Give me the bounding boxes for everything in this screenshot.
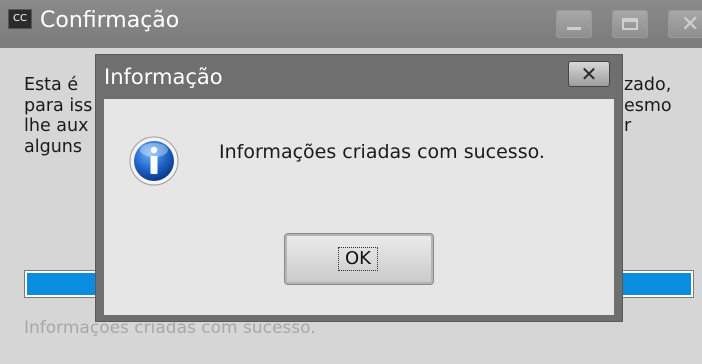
window-titlebar[interactable]: CC Confirmação ✕	[0, 0, 702, 48]
app-icon: CC	[8, 9, 32, 29]
body-fragment: esmo	[624, 95, 672, 116]
dialog-message: Informações criadas com sucesso.	[219, 141, 545, 163]
body-fragment: zado,	[624, 75, 672, 95]
info-dialog: Informação ✕ Informações criadas com suc…	[95, 54, 623, 322]
info-icon	[129, 136, 179, 186]
ok-button[interactable]: OK	[284, 233, 434, 285]
body-fragment: r	[624, 116, 632, 136]
body-right-fragments: zado, esmo r	[624, 75, 672, 137]
minimize-button[interactable]	[556, 10, 592, 38]
dialog-close-button[interactable]: ✕	[568, 61, 610, 87]
dialog-content: Informações criadas com sucesso. OK	[104, 99, 614, 315]
close-icon: ✕	[681, 12, 700, 37]
window-title: Confirmação	[40, 8, 180, 33]
close-button[interactable]: ✕	[668, 10, 702, 38]
close-icon: ✕	[580, 62, 598, 86]
maximize-button[interactable]	[612, 10, 648, 38]
ok-button-label: OK	[338, 247, 378, 271]
dialog-title[interactable]: Informação	[104, 62, 223, 92]
